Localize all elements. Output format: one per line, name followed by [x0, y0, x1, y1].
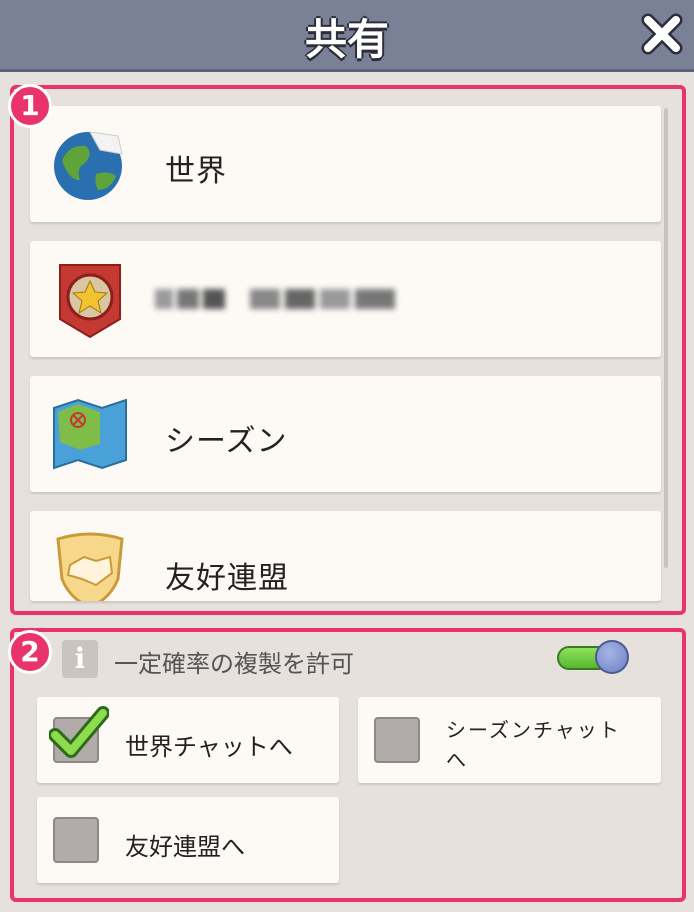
info-icon[interactable]: i: [62, 640, 98, 678]
checkmark-icon: [49, 706, 109, 758]
annotation-frame-1: [10, 85, 686, 615]
annotation-badge-2: 2: [8, 630, 52, 674]
annotation-badge-1: 1: [8, 84, 52, 128]
target-world-chat[interactable]: 世界チャットへ: [37, 697, 339, 783]
target-label: シーズンチャットへ: [446, 718, 621, 772]
checkbox[interactable]: [374, 717, 420, 763]
target-season-chat[interactable]: シーズンチャットへ: [358, 697, 661, 783]
checkbox[interactable]: [53, 817, 99, 863]
close-icon[interactable]: [640, 12, 684, 56]
toggle-knob: [595, 640, 629, 674]
dialog-header: 共有: [0, 0, 694, 72]
allow-copy-row: i 一定確率の複製を許可: [62, 640, 662, 680]
target-label: 友好連盟へ: [125, 833, 245, 861]
allow-copy-label: 一定確率の複製を許可: [114, 650, 354, 678]
target-label: 世界チャットへ: [125, 733, 293, 761]
target-alliance[interactable]: 友好連盟へ: [37, 797, 339, 883]
allow-copy-toggle[interactable]: [557, 640, 629, 674]
dialog-title: 共有: [304, 15, 389, 64]
